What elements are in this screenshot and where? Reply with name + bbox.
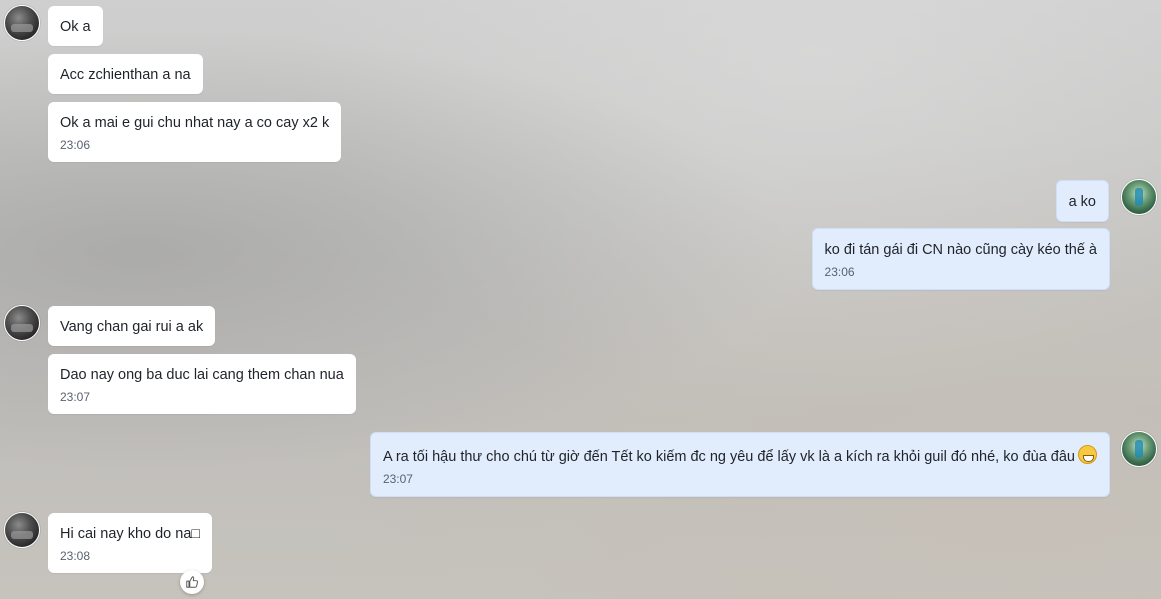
message-text: Acc zchienthan a na bbox=[60, 67, 191, 83]
message-text: a ko bbox=[1068, 194, 1096, 210]
contact-avatar[interactable] bbox=[4, 305, 40, 341]
incoming-message[interactable]: Hi cai nay kho do na□ 23:08 bbox=[48, 513, 213, 573]
message-time: 23:07 bbox=[382, 472, 413, 486]
thumbs-up-reaction-button[interactable] bbox=[180, 570, 204, 594]
grinning-emoji-icon bbox=[1078, 445, 1097, 464]
message-time: 23:06 bbox=[60, 138, 91, 152]
message-time: 23:07 bbox=[60, 390, 91, 404]
message-time: 23:08 bbox=[60, 549, 91, 563]
thumbs-up-icon bbox=[186, 576, 199, 588]
incoming-message[interactable]: Acc zchienthan a na bbox=[48, 54, 203, 94]
incoming-message[interactable]: Ok a mai e gui chu nhat nay a co cay x2 … bbox=[48, 102, 342, 162]
message-text: Hi cai nay kho do na□ bbox=[60, 526, 201, 542]
incoming-message[interactable]: Dao nay ong ba duc lai cang them chan nu… bbox=[48, 354, 356, 414]
outgoing-message[interactable]: A ra tối hậu thư cho chú từ giờ đến Tết … bbox=[369, 432, 1110, 497]
message-text: Vang chan gai rui a ak bbox=[60, 319, 204, 335]
message-text: Dao nay ong ba duc lai cang them chan nu… bbox=[60, 367, 344, 383]
message-text: Ok a bbox=[60, 19, 91, 35]
incoming-message[interactable]: Ok a bbox=[48, 6, 103, 46]
message-text: A ra tối hậu thư cho chú từ giờ đến Tết … bbox=[382, 449, 1075, 465]
my-avatar[interactable] bbox=[1121, 179, 1157, 215]
chat-message-list[interactable]: Ok a Acc zchienthan a na Ok a mai e gui … bbox=[0, 0, 1161, 599]
outgoing-message[interactable]: a ko bbox=[1055, 180, 1109, 222]
message-time: 23:06 bbox=[824, 265, 855, 279]
outgoing-message[interactable]: ko đi tán gái đi CN nào cũng cày kéo thế… bbox=[811, 228, 1110, 290]
contact-avatar[interactable] bbox=[4, 5, 40, 41]
incoming-message[interactable]: Vang chan gai rui a ak bbox=[48, 306, 216, 346]
contact-avatar[interactable] bbox=[4, 512, 40, 548]
message-text: Ok a mai e gui chu nhat nay a co cay x2 … bbox=[60, 115, 330, 131]
my-avatar[interactable] bbox=[1121, 431, 1157, 467]
message-text: ko đi tán gái đi CN nào cũng cày kéo thế… bbox=[824, 242, 1097, 258]
